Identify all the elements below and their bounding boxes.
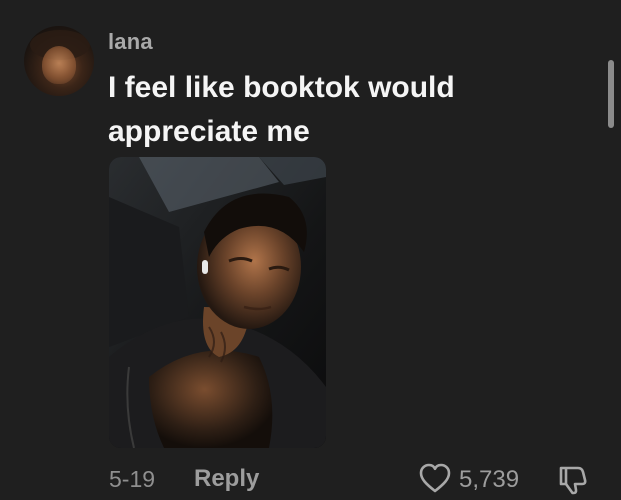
comment-photo[interactable]: [109, 157, 326, 448]
heart-icon[interactable]: [418, 462, 452, 494]
comment-date: 5-19: [109, 466, 156, 492]
scrollbar[interactable]: [608, 60, 614, 128]
thumbs-down-icon[interactable]: [556, 464, 590, 496]
comment-item: lana I feel like booktok would appreciat…: [0, 0, 621, 500]
photo-image: [109, 157, 326, 448]
avatar[interactable]: [24, 26, 94, 96]
username[interactable]: lana: [108, 29, 153, 55]
reply-button[interactable]: Reply: [194, 465, 259, 493]
comment-text: I feel like booktok would appreciate me: [108, 71, 455, 148]
avatar-face: [42, 46, 76, 84]
comment-actions: 5-19 Reply 5,739: [0, 458, 621, 498]
like-count: 5,739: [459, 466, 520, 493]
